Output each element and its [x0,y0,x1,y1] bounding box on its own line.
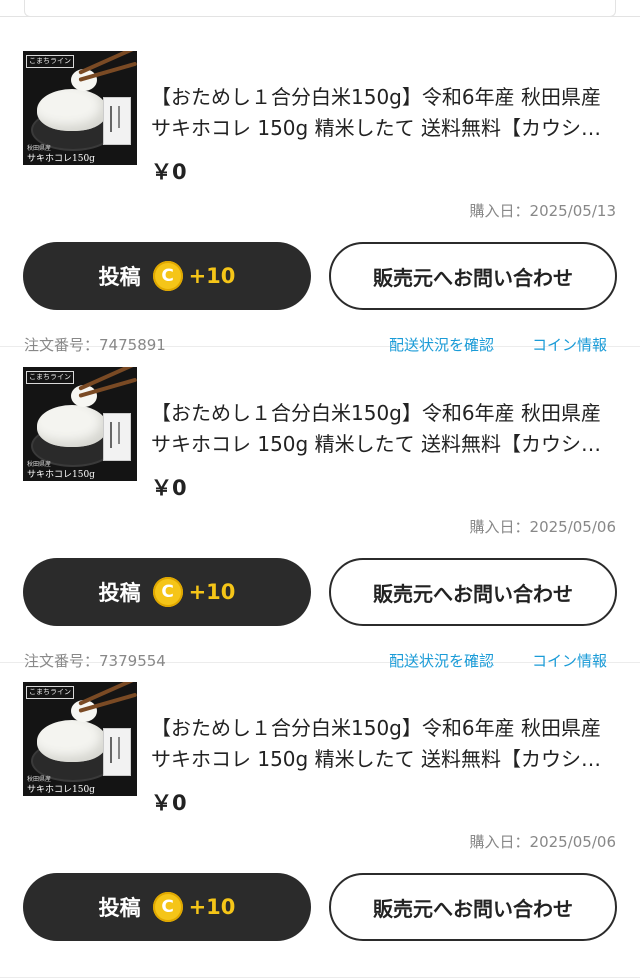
product-price: ￥0 [151,791,187,815]
coin-icon: C [152,261,183,291]
post-label: 投稿 [98,896,141,920]
purchase-date: 購入日：2025/05/13 [469,202,616,220]
product-image[interactable]: こまちライン 秋田県産 サキホコレ150g [23,682,137,796]
contact-seller-button[interactable]: 販売元へお問い合わせ [329,873,617,941]
coin-icon: C [152,892,183,922]
coin-reward: +10 [188,264,236,288]
product-title[interactable]: 【おためし１合分白米150g】令和6年産 秋田県産 サキホコレ 150g 精米し… [151,82,617,144]
purchase-date: 購入日：2025/05/06 [469,518,616,536]
post-label: 投稿 [98,265,141,289]
coin-reward: +10 [188,895,236,919]
thumb-banner: こまちライン [26,55,74,68]
coin-icon: C [152,577,183,607]
order-item: こまちライン 秋田県産 サキホコレ150g 【おためし１合分白米150g】令和6… [0,30,640,354]
post-review-button[interactable]: 投稿 C +10 [23,558,311,626]
thumb-banner: こまちライン [26,371,74,384]
contact-seller-button[interactable]: 販売元へお問い合わせ [329,558,617,626]
thumb-brand: サキホコレ150g [27,470,95,480]
product-image[interactable]: こまちライン 秋田県産 サキホコレ150g [23,51,137,165]
product-title[interactable]: 【おためし１合分白米150g】令和6年産 秋田県産 サキホコレ 150g 精米し… [151,398,617,460]
thumb-banner: こまちライン [26,686,74,699]
thumb-brand: サキホコレ150g [27,154,95,164]
order-item: こまちライン 秋田県産 サキホコレ150g 【おためし１合分白米150g】令和6… [0,661,640,978]
post-review-button[interactable]: 投稿 C +10 [23,873,311,941]
post-review-button[interactable]: 投稿 C +10 [23,242,311,310]
previous-order-card-edge [0,0,640,17]
contact-seller-button[interactable]: 販売元へお問い合わせ [329,242,617,310]
coin-reward: +10 [188,580,236,604]
product-price: ￥0 [151,476,187,500]
product-title[interactable]: 【おためし１合分白米150g】令和6年産 秋田県産 サキホコレ 150g 精米し… [151,713,617,775]
thumb-brand: サキホコレ150g [27,785,95,795]
product-image[interactable]: こまちライン 秋田県産 サキホコレ150g [23,367,137,481]
post-label: 投稿 [98,581,141,605]
order-item: こまちライン 秋田県産 サキホコレ150g 【おためし１合分白米150g】令和6… [0,346,640,670]
product-price: ￥0 [151,160,187,184]
purchase-date: 購入日：2025/05/06 [469,833,616,851]
